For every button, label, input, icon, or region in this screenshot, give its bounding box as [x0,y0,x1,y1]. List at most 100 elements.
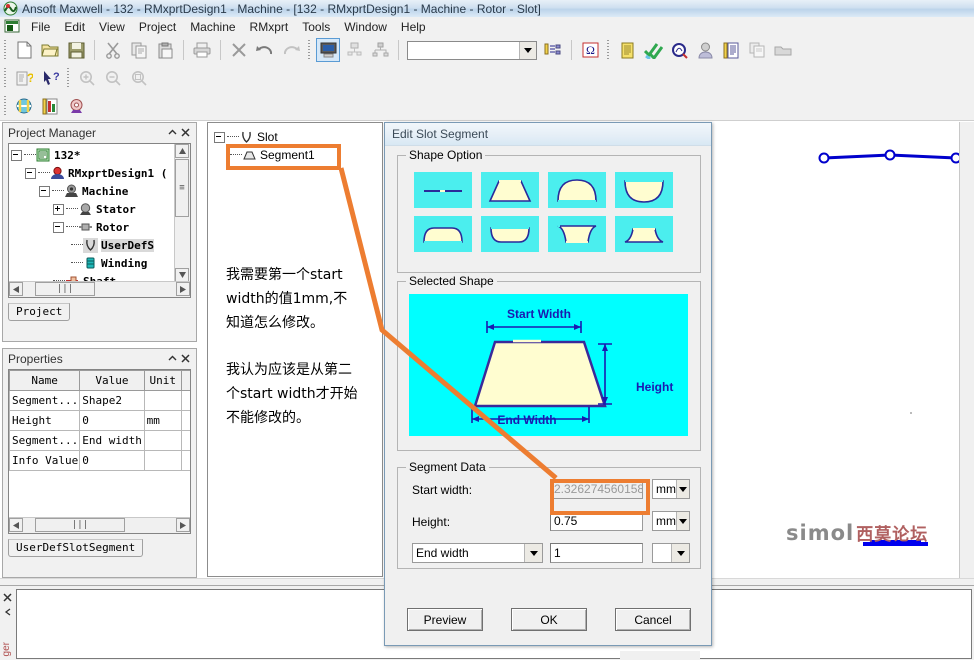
shape-option-trapezoid-shape[interactable] [481,172,539,208]
segment-type-unit-combo[interactable] [652,543,690,563]
new-document-icon[interactable] [12,38,36,62]
zoom-out-icon[interactable] [101,66,125,90]
chevron-down-icon[interactable] [519,41,536,59]
fit-all-icon[interactable] [127,66,151,90]
menu-item-help[interactable]: Help [394,18,433,36]
close-x-icon[interactable] [179,126,192,139]
profile-person-icon[interactable] [693,38,717,62]
toolbar-grip[interactable] [307,40,312,60]
cancel-button[interactable]: Cancel [615,608,691,631]
shape-option-half-circle-shape[interactable] [615,172,673,208]
preview-button[interactable]: Preview [407,608,483,631]
menu-item-view[interactable]: View [92,18,132,36]
shape-option-rounded-top-shape[interactable] [414,216,472,252]
export-icon[interactable] [771,38,795,62]
toolbar-grip[interactable] [3,96,8,116]
close-x-icon[interactable] [179,352,192,365]
shape-option-flared-sides-shape[interactable] [615,216,673,252]
project-tree-vscrollbar[interactable]: ≡ [174,144,190,282]
menu-item-project[interactable]: Project [132,18,183,36]
analyze-setup-icon[interactable] [368,38,392,62]
tree-node-slot[interactable]: Slot [214,128,315,146]
machine-view-icon[interactable] [12,94,36,118]
delete-x-icon[interactable] [227,38,251,62]
copy-icon[interactable] [127,38,151,62]
collapse-caret-icon[interactable] [4,605,12,616]
motor-rotor-icon[interactable] [64,94,88,118]
copy-report-icon[interactable] [745,38,769,62]
table-row[interactable]: Height 0 mm [9,410,190,431]
tree-node-machine[interactable]: Machine [11,182,174,200]
slot-tree[interactable]: Slot Segment1 [214,128,315,164]
tree-node-stator[interactable]: Stator [11,200,174,218]
menu-item-machine[interactable]: Machine [183,18,242,36]
whats-this-help-icon[interactable]: ? [38,66,62,90]
save-disk-icon[interactable] [64,38,88,62]
tab-userdefslotsegment[interactable]: UserDefSlotSegment [8,539,144,557]
open-folder-icon[interactable] [38,38,62,62]
expander-minus-icon[interactable] [11,149,22,161]
report-list-icon[interactable] [615,38,639,62]
project-tree[interactable]: 132* RMxprtDesign1 (Machine Stator Roto… [11,146,174,290]
scroll-down-button[interactable] [175,268,189,282]
scroll-right-button[interactable] [176,518,190,532]
shape-option-dome-arc-shape[interactable] [548,172,606,208]
toolbar-grip[interactable] [606,40,611,60]
print-icon[interactable] [190,38,214,62]
document-window-icon[interactable] [4,19,20,34]
design-combo[interactable] [407,40,537,60]
vscroll-thumb[interactable]: ≡ [175,159,189,217]
expander-minus-icon[interactable] [25,167,36,179]
tree-node-design[interactable]: RMxprtDesign1 ( [11,164,174,182]
cut-scissors-icon[interactable] [101,38,125,62]
expander-minus-icon[interactable] [39,185,50,197]
cell-value[interactable]: 0 [79,410,145,431]
menu-item-window[interactable]: Window [337,18,394,36]
ok-button[interactable]: OK [511,608,587,631]
hscroll-thumb[interactable]: ||| [35,282,95,296]
menu-item-file[interactable]: File [24,18,57,36]
collapse-caret-icon[interactable] [166,352,179,365]
properties-hscrollbar[interactable]: ||| [9,517,190,533]
start-width-input[interactable]: 2.3262745601587 [550,479,643,499]
properties-grid[interactable]: Name Value Unit Segment... Shape2 Height… [9,370,190,471]
design-settings-icon[interactable] [541,38,565,62]
canvas-vscrollbar[interactable] [959,122,974,590]
height-input[interactable]: 0.75 [550,511,643,531]
tree-node-winding[interactable]: Winding [11,254,174,272]
undo-arrow-icon[interactable] [253,38,277,62]
context-help-icon[interactable]: ? [12,66,36,90]
hscroll-thumb[interactable]: ||| [35,518,125,532]
chevron-down-icon[interactable] [671,544,689,562]
redo-arrow-icon[interactable] [279,38,303,62]
scroll-right-button[interactable] [176,282,190,296]
paste-icon[interactable] [153,38,177,62]
start-width-unit-combo[interactable]: mm [652,479,690,499]
cell-value[interactable]: End width [79,430,145,451]
solution-data-icon[interactable] [667,38,691,62]
table-row[interactable]: Segment... End width [9,430,190,451]
table-row[interactable]: Segment... Shape2 [9,390,190,411]
geometry-canvas[interactable]: simol 西莫论坛 [713,122,974,590]
scroll-left-button[interactable] [9,282,23,296]
expander-minus-icon[interactable] [53,221,64,233]
menu-item-tools[interactable]: Tools [295,18,337,36]
tree-node-segment1[interactable]: Segment1 [214,146,315,164]
height-unit-combo[interactable]: mm [652,511,690,531]
shape-option-rounded-bottom-shape[interactable] [481,216,539,252]
message-window-hscrollbar[interactable] [620,651,700,660]
validate-monitor-icon[interactable] [316,38,340,62]
tree-node-rotor[interactable]: Rotor [11,218,174,236]
toolbar-grip[interactable] [66,68,71,88]
chevron-down-icon[interactable] [676,480,689,498]
collapse-caret-icon[interactable] [166,126,179,139]
tree-node-userdefslot[interactable]: UserDefS [11,236,174,254]
material-bar-icon[interactable] [38,94,62,118]
close-x-icon[interactable] [3,591,12,602]
menu-item-edit[interactable]: Edit [57,18,92,36]
scroll-left-button[interactable] [9,518,23,532]
expander-plus-icon[interactable] [53,203,64,215]
cell-value[interactable]: 0 [79,450,145,471]
project-tree-hscrollbar[interactable]: ||| [9,281,190,297]
output-variable-icon[interactable] [719,38,743,62]
